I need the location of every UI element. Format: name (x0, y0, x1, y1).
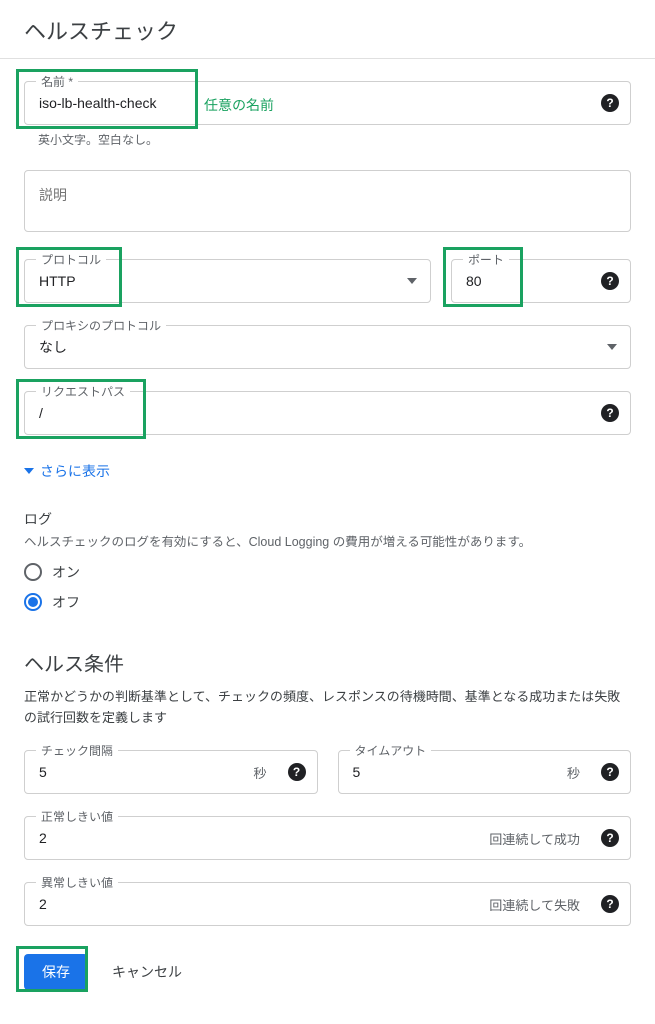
protocol-field-wrap: プロトコル HTTP (24, 259, 431, 303)
port-input-text[interactable] (466, 273, 588, 289)
help-icon[interactable]: ? (601, 272, 619, 290)
healthy-threshold-suffix: 回連続して成功 (489, 829, 580, 848)
log-radio-on-row[interactable]: オン (24, 562, 631, 582)
name-hint: 英小文字。空白なし。 (38, 131, 631, 148)
radio-on-label: オン (52, 562, 80, 582)
help-icon[interactable]: ? (601, 895, 619, 913)
help-icon[interactable]: ? (288, 763, 306, 781)
port-field-wrap: ポート ? (451, 259, 631, 303)
log-radio-off-row[interactable]: オフ (24, 592, 631, 612)
log-desc: ヘルスチェックのログを有効にすると、Cloud Logging の費用が増える可… (24, 533, 631, 552)
help-icon[interactable]: ? (601, 94, 619, 112)
log-heading: ログ (24, 509, 631, 529)
page-title: ヘルスチェック (0, 0, 655, 59)
timeout-wrap: タイムアウト 秒 ? (338, 750, 632, 794)
timeout-text[interactable] (353, 764, 567, 780)
proxy-protocol-label: プロキシのプロトコル (36, 317, 166, 334)
cancel-button[interactable]: キャンセル (112, 962, 182, 982)
save-button[interactable]: 保存 (24, 954, 88, 990)
unhealthy-threshold-wrap: 異常しきい値 回連続して失敗 ? (24, 882, 631, 926)
timeout-suffix: 秒 (567, 763, 580, 782)
radio-off[interactable] (24, 593, 42, 611)
health-section-title: ヘルス条件 (24, 648, 631, 677)
show-more-link[interactable]: さらに表示 (24, 461, 631, 481)
name-field-wrap: 名前 * ? 任意の名前 (24, 81, 631, 125)
footer: 保存 キャンセル (0, 926, 655, 990)
healthy-threshold-wrap: 正常しきい値 回連続して成功 ? (24, 816, 631, 860)
chevron-down-icon (24, 468, 34, 474)
healthy-threshold-label: 正常しきい値 (36, 808, 118, 825)
protocol-value: HTTP (39, 273, 76, 289)
request-path-label: リクエストパス (36, 383, 130, 400)
unhealthy-threshold-label: 異常しきい値 (36, 874, 118, 891)
port-label: ポート (463, 251, 509, 268)
protocol-label: プロトコル (36, 251, 106, 268)
check-interval-text[interactable] (39, 764, 253, 780)
request-path-field-wrap: リクエストパス ? (24, 391, 631, 435)
description-field-wrap (24, 170, 631, 237)
check-interval-wrap: チェック間隔 秒 ? (24, 750, 318, 794)
radio-off-label: オフ (52, 592, 80, 612)
description-textarea[interactable] (24, 170, 631, 232)
chevron-down-icon (607, 344, 617, 350)
name-input[interactable] (24, 81, 631, 125)
request-path-input-text[interactable] (39, 405, 588, 421)
radio-on[interactable] (24, 563, 42, 581)
show-more-label: さらに表示 (40, 461, 110, 481)
name-input-text[interactable] (39, 95, 588, 111)
check-interval-label: チェック間隔 (36, 742, 118, 759)
healthy-threshold-text[interactable] (39, 830, 489, 846)
proxy-protocol-value: なし (39, 337, 67, 357)
unhealthy-threshold-text[interactable] (39, 896, 489, 912)
chevron-down-icon (407, 278, 417, 284)
health-section-desc: 正常かどうかの判断基準として、チェックの頻度、レスポンスの待機時間、基準となる成… (24, 687, 631, 729)
help-icon[interactable]: ? (601, 829, 619, 847)
unhealthy-threshold-suffix: 回連続して失敗 (489, 895, 580, 914)
check-interval-suffix: 秒 (253, 763, 266, 782)
proxy-protocol-field-wrap: プロキシのプロトコル なし (24, 325, 631, 369)
name-annotation: 任意の名前 (204, 95, 274, 115)
help-icon[interactable]: ? (601, 404, 619, 422)
help-icon[interactable]: ? (601, 763, 619, 781)
name-label: 名前 * (36, 73, 78, 90)
timeout-label: タイムアウト (350, 742, 432, 759)
